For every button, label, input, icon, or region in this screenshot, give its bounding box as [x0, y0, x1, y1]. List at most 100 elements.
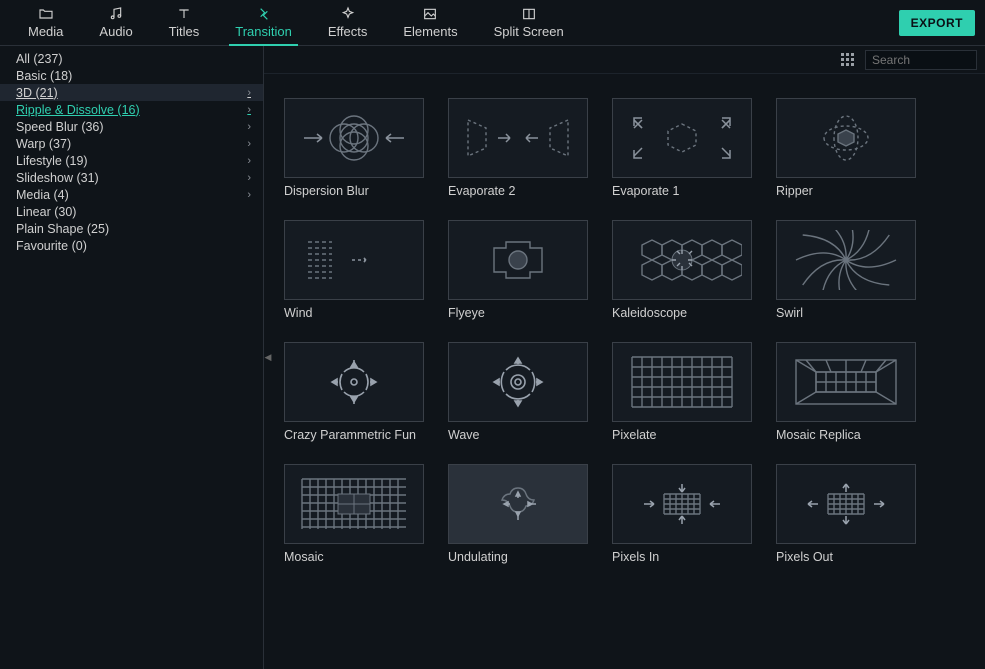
transition-item[interactable]: Wave	[448, 342, 588, 442]
sidebar-item-label: Warp (37)	[16, 137, 71, 151]
transition-thumbnail	[612, 220, 752, 300]
transition-item[interactable]: Ripper	[776, 98, 916, 198]
sidebar-item-label: Linear (30)	[16, 205, 76, 219]
sidebar-collapse-handle[interactable]: ◀	[264, 346, 273, 368]
tab-titles[interactable]: Titles	[151, 0, 218, 46]
transition-item[interactable]: Evaporate 1	[612, 98, 752, 198]
grid-view-icon[interactable]	[841, 53, 855, 67]
chevron-right-icon: ›	[247, 138, 251, 150]
sidebar-item-label: Ripple & Dissolve (16)	[16, 103, 140, 117]
transition-item[interactable]: Wind	[284, 220, 424, 320]
transition-label: Swirl	[776, 306, 916, 320]
chevron-right-icon: ›	[247, 104, 251, 116]
sidebar-item-label: Media (4)	[16, 188, 69, 202]
transition-item[interactable]: Pixelate	[612, 342, 752, 442]
chevron-right-icon: ›	[247, 155, 251, 167]
sidebar-item-5[interactable]: Warp (37) ›	[0, 135, 263, 152]
sidebar-item-2[interactable]: 3D (21) ›	[0, 84, 263, 101]
tab-splitscreen[interactable]: Split Screen	[476, 0, 582, 46]
tab-label: Elements	[403, 24, 457, 39]
transition-label: Pixels Out	[776, 550, 916, 564]
transition-item[interactable]: Mosaic Replica	[776, 342, 916, 442]
transition-thumbnail	[612, 98, 752, 178]
transition-thumbnail	[776, 98, 916, 178]
tab-audio[interactable]: Audio	[81, 0, 150, 46]
tab-media[interactable]: Media	[10, 0, 81, 46]
transition-item[interactable]: Swirl	[776, 220, 916, 320]
content-toolbar	[264, 46, 985, 74]
transition-label: Wave	[448, 428, 588, 442]
transition-label: Undulating	[448, 550, 588, 564]
chevron-right-icon: ›	[247, 87, 251, 99]
tab-label: Audio	[99, 24, 132, 39]
transition-label: Mosaic	[284, 550, 424, 564]
transition-item[interactable]: Mosaic	[284, 464, 424, 564]
transition-thumbnail	[284, 342, 424, 422]
sidebar-item-6[interactable]: Lifestyle (19) ›	[0, 152, 263, 169]
sidebar-item-0[interactable]: All (237)	[0, 50, 263, 67]
tab-label: Media	[28, 24, 63, 39]
sidebar-item-9[interactable]: Linear (30)	[0, 203, 263, 220]
text-icon	[176, 6, 192, 22]
sidebar-item-label: Slideshow (31)	[16, 171, 99, 185]
music-icon	[108, 6, 124, 22]
sidebar-item-11[interactable]: Favourite (0)	[0, 237, 263, 254]
sidebar-item-3[interactable]: Ripple & Dissolve (16) ›	[0, 101, 263, 118]
transition-grid: Dispersion Blur Evaporate 2 Evaporate 1 Rip…	[264, 74, 985, 588]
transition-label: Ripper	[776, 184, 916, 198]
transition-item[interactable]: Pixels In	[612, 464, 752, 564]
transition-label: Crazy Parammetric Fun	[284, 428, 424, 442]
tab-label: Transition	[235, 24, 292, 39]
transition-thumbnail	[284, 98, 424, 178]
tab-elements[interactable]: Elements	[385, 0, 475, 46]
transition-item[interactable]: Undulating	[448, 464, 588, 564]
transition-label: Flyeye	[448, 306, 588, 320]
chevron-right-icon: ›	[247, 121, 251, 133]
sidebar-item-label: Basic (18)	[16, 69, 72, 83]
transition-label: Evaporate 2	[448, 184, 588, 198]
sidebar-item-4[interactable]: Speed Blur (36) ›	[0, 118, 263, 135]
transition-thumbnail	[612, 342, 752, 422]
sidebar-item-label: Lifestyle (19)	[16, 154, 88, 168]
transition-label: Kaleidoscope	[612, 306, 752, 320]
transition-thumbnail	[612, 464, 752, 544]
sidebar-item-label: 3D (21)	[16, 86, 58, 100]
sidebar-item-7[interactable]: Slideshow (31)›	[0, 169, 263, 186]
transition-label: Pixels In	[612, 550, 752, 564]
transition-item[interactable]: Kaleidoscope	[612, 220, 752, 320]
export-button[interactable]: EXPORT	[899, 10, 975, 36]
transition-item[interactable]: Pixels Out	[776, 464, 916, 564]
sparkle-icon	[340, 6, 356, 22]
tab-label: Titles	[169, 24, 200, 39]
transition-thumbnail	[448, 98, 588, 178]
folder-icon	[38, 6, 54, 22]
split-icon	[521, 6, 537, 22]
content-area: ◀ Dispersion Blur Evaporate 2 Evaporate 1 R…	[264, 46, 985, 669]
sidebar-item-8[interactable]: Media (4)›	[0, 186, 263, 203]
transition-item[interactable]: Flyeye	[448, 220, 588, 320]
transition-thumbnail	[284, 220, 424, 300]
transition-label: Dispersion Blur	[284, 184, 424, 198]
sidebar-item-label: Speed Blur (36)	[16, 120, 104, 134]
transition-thumbnail	[448, 464, 588, 544]
tab-label: Effects	[328, 24, 368, 39]
transition-icon	[256, 6, 272, 22]
transition-thumbnail	[448, 342, 588, 422]
sidebar-item-10[interactable]: Plain Shape (25)	[0, 220, 263, 237]
sidebar-item-1[interactable]: Basic (18)	[0, 67, 263, 84]
transition-item[interactable]: Crazy Parammetric Fun	[284, 342, 424, 442]
transition-label: Wind	[284, 306, 424, 320]
transition-thumbnail	[776, 220, 916, 300]
search-input[interactable]	[872, 53, 985, 67]
tab-effects[interactable]: Effects	[310, 0, 386, 46]
transition-item[interactable]: Dispersion Blur	[284, 98, 424, 198]
transition-item[interactable]: Evaporate 2	[448, 98, 588, 198]
sidebar: All (237)Basic (18)3D (21)›Ripple & Diss…	[0, 46, 264, 669]
transition-label: Evaporate 1	[612, 184, 752, 198]
transition-thumbnail	[776, 464, 916, 544]
transition-thumbnail	[776, 342, 916, 422]
tab-transition[interactable]: Transition	[217, 0, 310, 46]
sidebar-item-label: All (237)	[16, 52, 63, 66]
transition-label: Mosaic Replica	[776, 428, 916, 442]
tab-label: Split Screen	[494, 24, 564, 39]
